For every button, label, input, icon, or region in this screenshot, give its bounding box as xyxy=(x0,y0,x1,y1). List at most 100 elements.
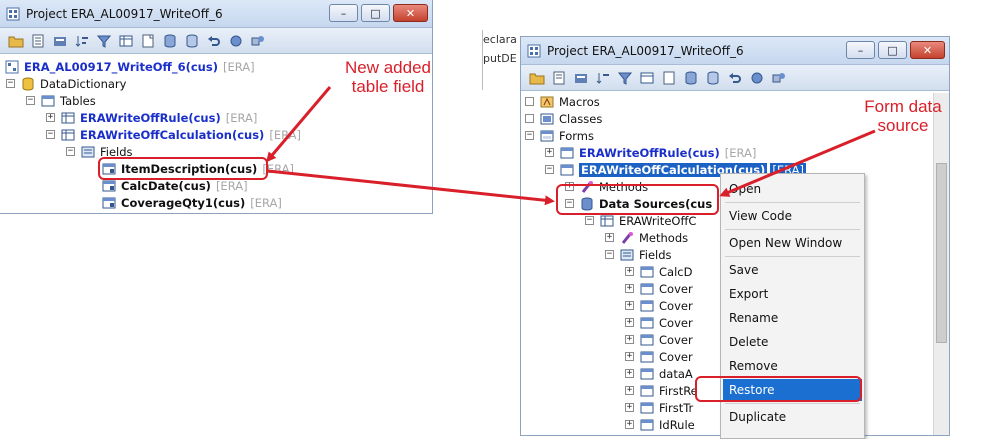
sort-icon[interactable] xyxy=(72,31,91,50)
expand-toggle[interactable] xyxy=(525,114,534,123)
menu-item-remove[interactable]: Remove xyxy=(723,355,862,377)
tree-node-tables[interactable]: − Tables xyxy=(26,92,96,109)
new-object-icon[interactable] xyxy=(138,31,157,50)
expand-toggle[interactable] xyxy=(525,97,534,106)
node-label: Cover xyxy=(659,349,693,364)
tree-node-macros[interactable]: Macros xyxy=(525,93,600,110)
node-label: ERAWriteOffCalculation(cus) xyxy=(80,127,265,142)
collapse-toggle[interactable]: − xyxy=(525,131,534,140)
callout-new-added-table-field: New added table field xyxy=(328,58,448,96)
undo-icon[interactable] xyxy=(725,68,744,87)
menu-item-duplicate[interactable]: Duplicate xyxy=(723,406,862,428)
classes-icon xyxy=(539,111,555,126)
expand-toggle[interactable]: + xyxy=(605,233,614,242)
properties-icon[interactable] xyxy=(28,31,47,50)
tree-node-project-root[interactable]: ERA_AL00917_WriteOff_6(cus) [ERA] xyxy=(4,58,255,75)
collapse-toggle[interactable]: − xyxy=(605,250,614,259)
compile-icon[interactable] xyxy=(571,68,590,87)
open-folder-icon[interactable] xyxy=(527,68,546,87)
collapse-toggle[interactable]: − xyxy=(46,130,55,139)
tree-node-ds-field[interactable]: + IdRule xyxy=(625,416,695,433)
tree-node-ds-field[interactable]: + Cover xyxy=(625,331,693,348)
data-dictionary-icon xyxy=(20,76,36,91)
menu-item-save[interactable]: Save xyxy=(723,259,862,281)
menu-item-delete[interactable]: Delete xyxy=(723,331,862,353)
expand-toggle[interactable]: + xyxy=(625,386,634,395)
filter-icon[interactable] xyxy=(615,68,634,87)
expand-toggle[interactable]: + xyxy=(625,267,634,276)
tree-node-table-writeoffrule[interactable]: + ERAWriteOffRule(cus) [ERA] xyxy=(46,109,257,126)
expand-toggle[interactable]: + xyxy=(625,352,634,361)
expand-toggle[interactable]: + xyxy=(625,403,634,412)
collapse-toggle[interactable]: − xyxy=(6,79,15,88)
tree-node-ds-field[interactable]: + Cover xyxy=(625,297,693,314)
undo-icon[interactable] xyxy=(204,31,223,50)
tree-node-table-writeoffcalculation[interactable]: − ERAWriteOffCalculation(cus) [ERA] xyxy=(46,126,301,143)
tree-node-ds-field[interactable]: + FirstTr xyxy=(625,399,693,416)
new-object-icon[interactable] xyxy=(659,68,678,87)
project-icon xyxy=(527,44,541,58)
properties-icon[interactable] xyxy=(549,68,568,87)
fields-icon xyxy=(619,247,635,262)
window-title: Project ERA_AL00917_WriteOff_6 xyxy=(26,6,223,21)
menu-item-open-new-window[interactable]: Open New Window xyxy=(723,232,862,254)
window-title: Project ERA_AL00917_WriteOff_6 xyxy=(547,43,744,58)
expand-toggle[interactable]: + xyxy=(625,420,634,429)
tree-node-field-coverageqty1[interactable]: CoverageQty1(cus) [ERA] xyxy=(101,194,282,211)
minimize-button[interactable]: – xyxy=(846,41,875,59)
tree-node-datadictionary[interactable]: − DataDictionary xyxy=(6,75,126,92)
open-folder-icon[interactable] xyxy=(6,31,25,50)
tree-node-classes[interactable]: Classes xyxy=(525,110,602,127)
maximize-button[interactable]: □ xyxy=(361,4,390,22)
table-icon[interactable] xyxy=(116,31,135,50)
tree-node-forms[interactable]: − Forms xyxy=(525,127,594,144)
node-label: FirstRe xyxy=(659,383,698,398)
right-toolbar xyxy=(521,65,949,91)
refresh-icon[interactable] xyxy=(226,31,245,50)
expand-toggle[interactable]: + xyxy=(625,301,634,310)
node-label: Tables xyxy=(60,93,96,108)
compile-icon[interactable] xyxy=(50,31,69,50)
menu-item-open[interactable]: Open xyxy=(723,178,862,200)
collapse-toggle[interactable]: − xyxy=(66,147,75,156)
database-multi-icon[interactable] xyxy=(182,31,201,50)
close-button[interactable]: ✕ xyxy=(910,41,945,59)
expand-toggle[interactable]: + xyxy=(46,113,55,122)
tree-node-ds-field[interactable]: + FirstRe xyxy=(625,382,698,399)
tree-node-ds-field[interactable]: + Cover xyxy=(625,314,693,331)
database-icon[interactable] xyxy=(681,68,700,87)
menu-item-view-code[interactable]: View Code xyxy=(723,205,862,227)
tree-node-form-writeoffrule[interactable]: + ERAWriteOffRule(cus) [ERA] xyxy=(545,144,756,161)
menu-item-rename[interactable]: Rename xyxy=(723,307,862,329)
tree-node-ds-methods[interactable]: + Methods xyxy=(605,229,688,246)
table-icon[interactable] xyxy=(637,68,656,87)
database-icon[interactable] xyxy=(160,31,179,50)
layer-tag: [ERA] xyxy=(222,59,255,74)
collapse-toggle[interactable]: − xyxy=(26,96,35,105)
tree-node-ds-fields[interactable]: − Fields xyxy=(605,246,672,263)
maximize-button[interactable]: □ xyxy=(878,41,907,59)
filter-icon[interactable] xyxy=(94,31,113,50)
right-title-bar[interactable]: Project ERA_AL00917_WriteOff_6 – □ ✕ xyxy=(521,37,949,65)
tree-node-ds-field[interactable]: + Cover xyxy=(625,280,693,297)
collapse-toggle[interactable]: − xyxy=(545,165,554,174)
refresh-icon[interactable] xyxy=(747,68,766,87)
expand-toggle[interactable]: + xyxy=(625,318,634,327)
expand-toggle[interactable]: + xyxy=(625,369,634,378)
database-multi-icon[interactable] xyxy=(703,68,722,87)
expand-toggle[interactable]: + xyxy=(545,148,554,157)
left-title-bar[interactable]: Project ERA_AL00917_WriteOff_6 – □ ✕ xyxy=(0,0,432,28)
tools-icon[interactable] xyxy=(248,31,267,50)
tree-node-ds-field[interactable]: + Cover xyxy=(625,348,693,365)
close-button[interactable]: ✕ xyxy=(393,4,428,22)
tree-node-ds-field[interactable]: + dataA xyxy=(625,365,693,382)
minimize-button[interactable]: – xyxy=(329,4,358,22)
tree-node-ds-field[interactable]: + CalcD xyxy=(625,263,692,280)
expand-toggle[interactable]: + xyxy=(625,335,634,344)
expand-toggle[interactable]: + xyxy=(625,284,634,293)
methods-icon xyxy=(619,230,635,245)
sort-icon[interactable] xyxy=(593,68,612,87)
collapse-toggle[interactable]: − xyxy=(585,216,594,225)
tools-icon[interactable] xyxy=(769,68,788,87)
menu-item-export[interactable]: Export xyxy=(723,283,862,305)
